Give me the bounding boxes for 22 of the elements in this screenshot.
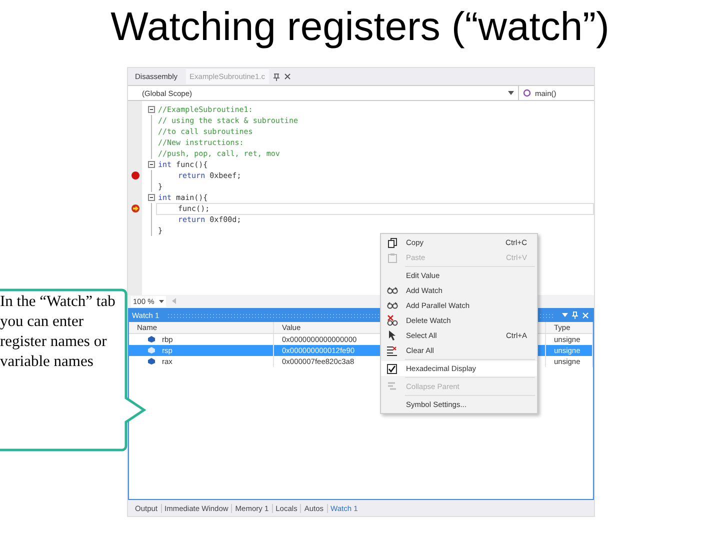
glasses-icon (386, 287, 398, 294)
paste-icon (388, 252, 396, 262)
dropdown-arrow-icon[interactable] (562, 313, 568, 317)
callout-text: In the “Watch” tab you can enter register names or variable names (0, 292, 116, 372)
slide-title: Watching registers (“watch”) (110, 4, 610, 51)
collapse-parent-icon (387, 382, 397, 391)
cursor-icon (388, 330, 396, 341)
pin-icon[interactable] (272, 72, 280, 80)
dropdown-arrow-icon (508, 91, 514, 95)
current-statement-icon[interactable] (130, 204, 140, 213)
breakpoint-icon[interactable] (130, 171, 140, 180)
checkbox[interactable] (387, 364, 397, 374)
close-icon[interactable] (284, 73, 291, 80)
method-icon (523, 89, 531, 97)
delete-watch-icon (386, 315, 398, 326)
clear-list-icon (387, 346, 397, 356)
collapse-icon[interactable] (148, 194, 154, 201)
collapse-icon[interactable] (148, 161, 154, 168)
glasses-icon (386, 302, 398, 309)
copy-icon (388, 238, 396, 248)
dropdown-arrow-icon (159, 300, 164, 302)
collapse-icon[interactable] (148, 106, 154, 113)
